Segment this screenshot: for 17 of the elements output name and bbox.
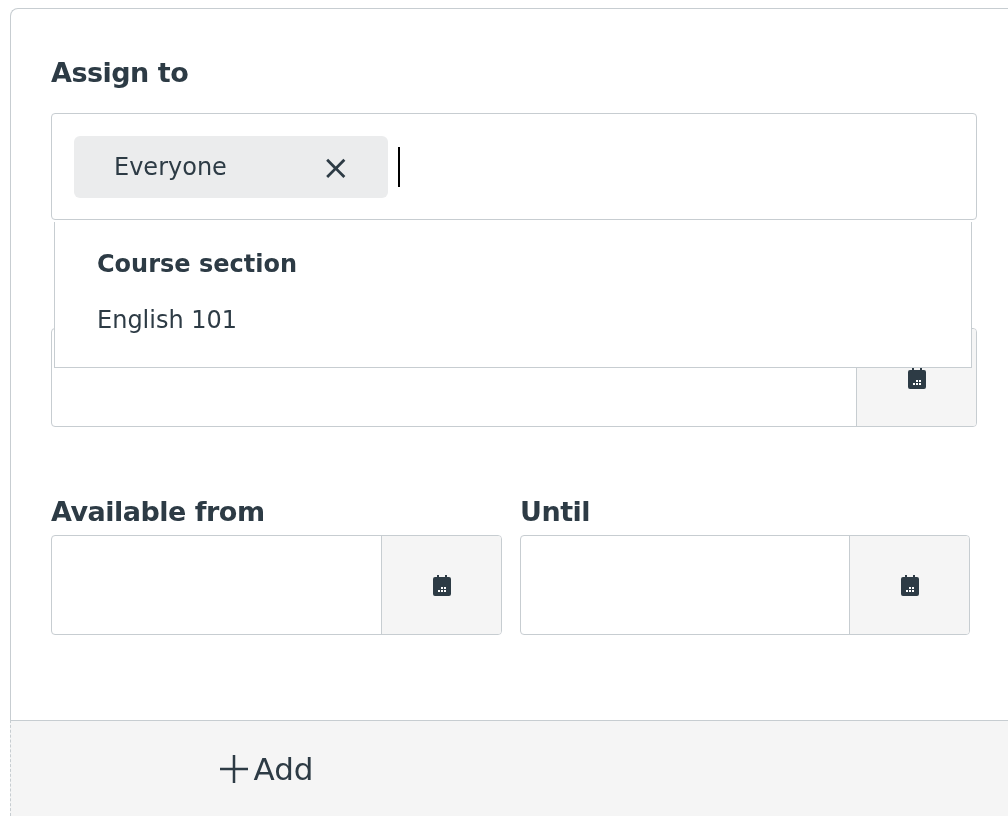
field-label: Assign to (51, 56, 190, 90)
calendar-button[interactable] (849, 536, 969, 634)
calendar-button[interactable] (381, 536, 501, 634)
menu-option[interactable]: English 101 (97, 302, 971, 338)
date-field[interactable] (520, 535, 970, 635)
assign-to-field[interactable]: Everyone × (51, 113, 977, 220)
text-cursor (398, 146, 400, 187)
field-label: Until (520, 497, 592, 527)
field-label: Available from (51, 497, 266, 527)
group-heading: Course section (97, 249, 298, 280)
token-label: Everyone (114, 152, 227, 181)
remove-button[interactable]: × (321, 149, 350, 184)
add-button[interactable]: Add (10, 720, 1008, 816)
calendar-icon (899, 574, 920, 596)
calendar-icon (431, 574, 452, 596)
plus-icon (219, 753, 250, 784)
date-field[interactable] (51, 535, 502, 635)
